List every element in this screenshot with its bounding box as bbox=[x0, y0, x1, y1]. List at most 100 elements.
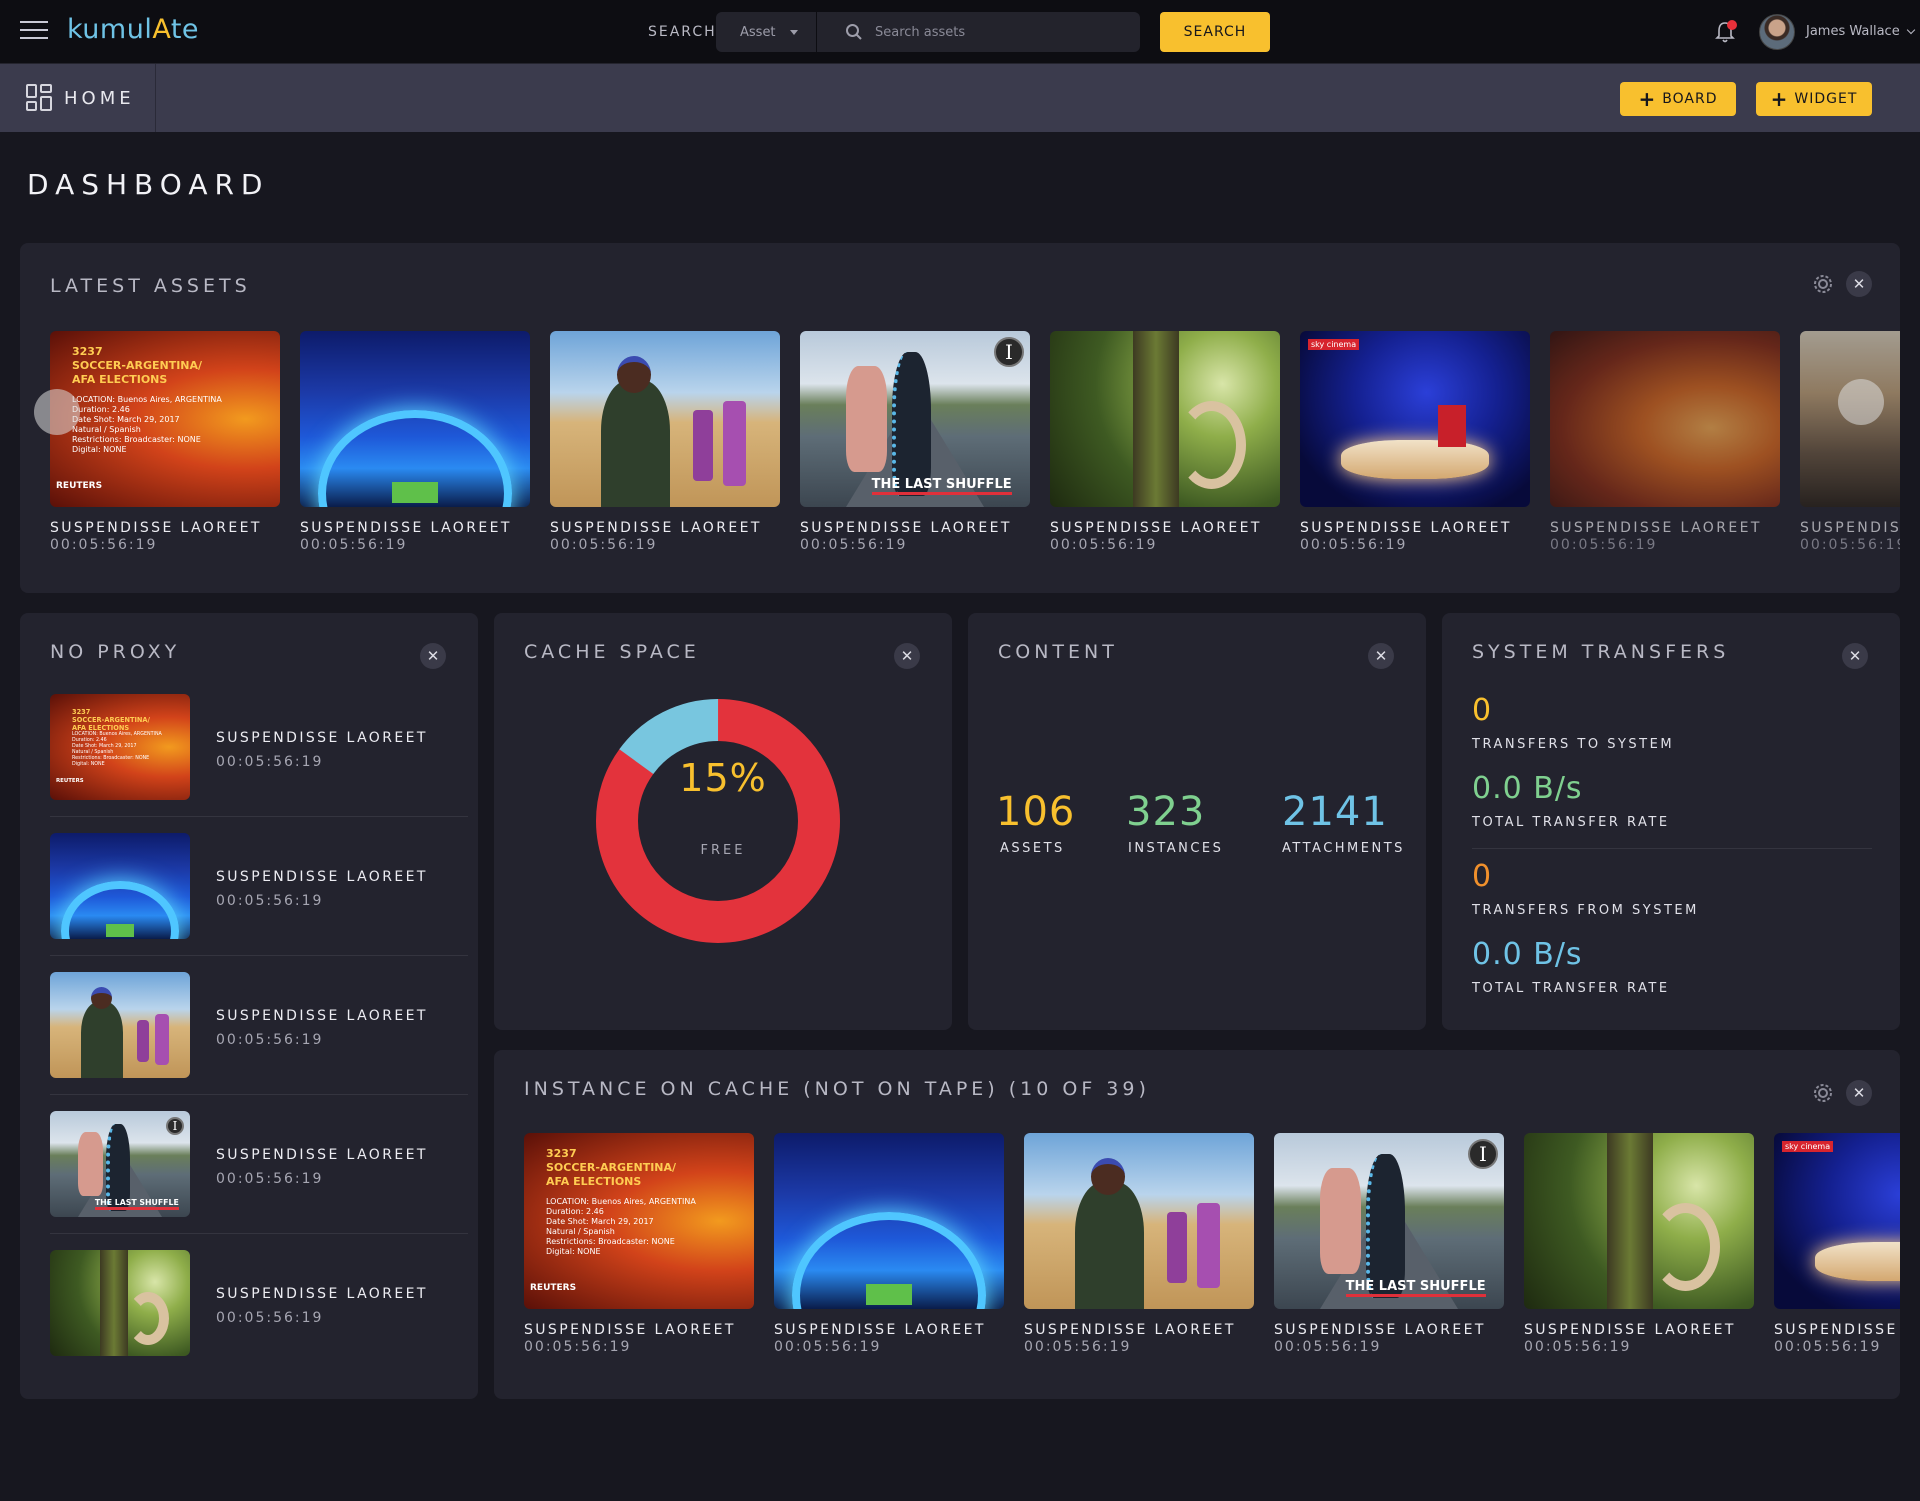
asset-title[interactable]: SUSPENDISSE LAOREET bbox=[1524, 1322, 1736, 1338]
gear-icon[interactable] bbox=[1810, 1080, 1836, 1106]
transfer-rate-from-label: TOTAL TRANSFER RATE bbox=[1472, 981, 1670, 996]
dashboard-grid-icon bbox=[26, 84, 54, 112]
asset-title[interactable]: SUSPENDISSE LAOREET bbox=[300, 520, 512, 536]
asset-thumbnail[interactable] bbox=[50, 1250, 190, 1356]
shuffle-title: THE LAST SHUFFLE bbox=[1345, 1279, 1486, 1297]
close-icon[interactable]: ✕ bbox=[1368, 643, 1394, 669]
asset-thumbnail[interactable]: I THE LAST SHUFFLE bbox=[1274, 1133, 1504, 1309]
page-title: DASHBOARD bbox=[27, 168, 270, 201]
close-icon[interactable]: ✕ bbox=[1842, 643, 1868, 669]
content-panel: CONTENT ✕ 106 ASSETS 323 INSTANCES 2141 … bbox=[968, 613, 1426, 1030]
asset-duration: 00:05:56:19 bbox=[774, 1339, 882, 1355]
asset-title[interactable]: SUSPENDISSE LAOREET bbox=[216, 730, 428, 746]
asset-thumbnail[interactable] bbox=[1550, 331, 1780, 507]
asset-duration: 00:05:56:19 bbox=[550, 537, 658, 553]
asset-thumbnail[interactable] bbox=[300, 331, 530, 507]
asset-title[interactable]: SUSPENDISSE LAOREET bbox=[1300, 520, 1512, 536]
asset-title[interactable]: SUSPENDISSE LAOREET bbox=[774, 1322, 986, 1338]
caret-down-icon bbox=[789, 29, 798, 35]
search-icon bbox=[846, 24, 862, 40]
user-menu[interactable]: James Wallace bbox=[1806, 24, 1915, 39]
attachments-count: 2141 bbox=[1282, 789, 1388, 835]
asset-thumbnail[interactable]: sky cinema bbox=[1774, 1133, 1900, 1309]
asset-title[interactable]: SUSPENDISSE LAOREET bbox=[1774, 1322, 1900, 1338]
reuters-thumbnail: 3237 SOCCER-ARGENTINA/AFA ELECTIONS LOCAT… bbox=[50, 694, 190, 800]
cache-space-panel: CACHE SPACE ✕ 15% FREE bbox=[494, 613, 952, 1030]
asset-thumbnail[interactable]: 3237 SOCCER-ARGENTINA/AFA ELECTIONS LOCAT… bbox=[50, 331, 280, 507]
attachments-label: ATTACHMENTS bbox=[1282, 841, 1405, 856]
asset-title[interactable]: SUSPENDISSE LAOREET bbox=[800, 520, 1012, 536]
asset-thumbnail[interactable] bbox=[1050, 331, 1280, 507]
logo-accent: A bbox=[152, 14, 171, 45]
asset-duration: 00:05:56:19 bbox=[216, 754, 324, 770]
thumb-headline: 3237 SOCCER-ARGENTINA/AFA ELECTIONS bbox=[72, 708, 150, 733]
reuters-logo: REUTERS bbox=[56, 481, 103, 491]
asset-title[interactable]: SUSPENDISSE LAOREET bbox=[1550, 520, 1762, 536]
search-type-value: Asset bbox=[740, 24, 776, 40]
asset-duration: 00:05:56:19 bbox=[216, 1032, 324, 1048]
asset-title[interactable]: SUSPENDISSE LAOREET bbox=[216, 1008, 428, 1024]
close-icon[interactable]: ✕ bbox=[1846, 1080, 1872, 1106]
app-logo[interactable]: kumulAte bbox=[67, 14, 199, 45]
latest-assets-panel: LATEST ASSETS ✕ 3237 SOCCER-ARGENTINA/AFA… bbox=[20, 243, 1900, 593]
search-type-select[interactable]: Asset bbox=[716, 12, 817, 52]
gear-icon[interactable] bbox=[1810, 271, 1836, 297]
close-icon[interactable]: ✕ bbox=[1846, 271, 1872, 297]
asset-thumbnail[interactable]: I THE LAST SHUFFLE bbox=[800, 331, 1030, 507]
stadium-thumbnail bbox=[774, 1133, 1004, 1309]
snake-thumbnail bbox=[1524, 1133, 1754, 1309]
carousel-next-button[interactable] bbox=[1838, 379, 1884, 425]
asset-title[interactable]: SUSPENDISSE LAOREET bbox=[550, 520, 762, 536]
transfer-rate-from: 0.0 B/s bbox=[1472, 937, 1583, 972]
add-widget-button[interactable]: + WIDGET bbox=[1756, 82, 1872, 116]
asset-thumbnail[interactable] bbox=[550, 331, 780, 507]
asset-title[interactable]: SUSPENDISSE LAOREET bbox=[1050, 520, 1262, 536]
asset-title[interactable]: SUSPENDISSE LAOREET bbox=[216, 1147, 428, 1163]
asset-thumbnail[interactable] bbox=[774, 1133, 1004, 1309]
asset-title[interactable]: SUSPENDISSE LAOREET bbox=[216, 869, 428, 885]
cinema-thumbnail: sky cinema bbox=[1774, 1133, 1900, 1309]
avatar[interactable] bbox=[1759, 14, 1795, 50]
assets-count: 106 bbox=[996, 789, 1076, 835]
asset-title[interactable]: SUSPENDISSE LAOREET bbox=[216, 1286, 428, 1302]
menu-icon[interactable] bbox=[20, 21, 50, 43]
shuffle-title: THE LAST SHUFFLE bbox=[94, 1198, 179, 1210]
reuters-logo: REUTERS bbox=[56, 778, 84, 784]
asset-title[interactable]: SUSPENDISSE LAOREET bbox=[524, 1322, 736, 1338]
asset-thumbnail[interactable]: sky cinema bbox=[1300, 331, 1530, 507]
search-input[interactable] bbox=[875, 24, 1135, 40]
asset-title[interactable]: SUSPENDISSE LAOREET bbox=[1274, 1322, 1486, 1338]
carousel-prev-button[interactable] bbox=[34, 389, 80, 435]
panel-title: SYSTEM TRANSFERS bbox=[1472, 641, 1730, 663]
close-icon[interactable]: ✕ bbox=[894, 643, 920, 669]
asset-thumbnail[interactable] bbox=[1524, 1133, 1754, 1309]
thumb-headline: 3237 SOCCER-ARGENTINA/AFA ELECTIONS bbox=[546, 1147, 677, 1188]
sky-cinema-logo: sky cinema bbox=[1308, 339, 1360, 350]
asset-thumbnail[interactable] bbox=[1024, 1133, 1254, 1309]
asset-thumbnail[interactable]: 3237 SOCCER-ARGENTINA/AFA ELECTIONS LOCAT… bbox=[50, 694, 190, 800]
asset-duration: 00:05:56:19 bbox=[1050, 537, 1158, 553]
reuters-logo: REUTERS bbox=[530, 1283, 577, 1293]
asset-title[interactable]: SUSPENDISSE LAOREET bbox=[1024, 1322, 1236, 1338]
asset-duration: 00:05:56:19 bbox=[1800, 537, 1900, 553]
search-button[interactable]: SEARCH bbox=[1160, 12, 1270, 52]
home-bar: HOME + BOARD + WIDGET bbox=[0, 64, 1920, 132]
asset-title[interactable]: SUSPENDISSE LAOREET bbox=[50, 520, 262, 536]
panel-title: CONTENT bbox=[998, 641, 1118, 663]
panel-title: LATEST ASSETS bbox=[50, 275, 251, 297]
close-icon[interactable]: ✕ bbox=[420, 643, 446, 669]
search-label: SEARCH bbox=[648, 24, 717, 40]
search-input-wrap bbox=[817, 23, 1140, 41]
asset-thumbnail[interactable] bbox=[50, 972, 190, 1078]
transfers-from-count: 0 bbox=[1472, 859, 1493, 894]
home-tab[interactable]: HOME bbox=[0, 64, 156, 132]
asset-thumbnail[interactable]: 3237 SOCCER-ARGENTINA/AFA ELECTIONS LOCAT… bbox=[524, 1133, 754, 1309]
asset-thumbnail[interactable] bbox=[50, 833, 190, 939]
asset-title[interactable]: SUSPENDISSE LAOREET bbox=[1800, 520, 1900, 536]
asset-duration: 00:05:56:19 bbox=[1524, 1339, 1632, 1355]
plus-icon: + bbox=[1770, 87, 1789, 111]
asset-thumbnail[interactable]: I THE LAST SHUFFLE bbox=[50, 1111, 190, 1217]
asset-duration: 00:05:56:19 bbox=[216, 1171, 324, 1187]
no-proxy-panel: NO PROXY ✕ 3237 SOCCER-ARGENTINA/AFA ELEC… bbox=[20, 613, 478, 1399]
add-board-button[interactable]: + BOARD bbox=[1620, 82, 1736, 116]
